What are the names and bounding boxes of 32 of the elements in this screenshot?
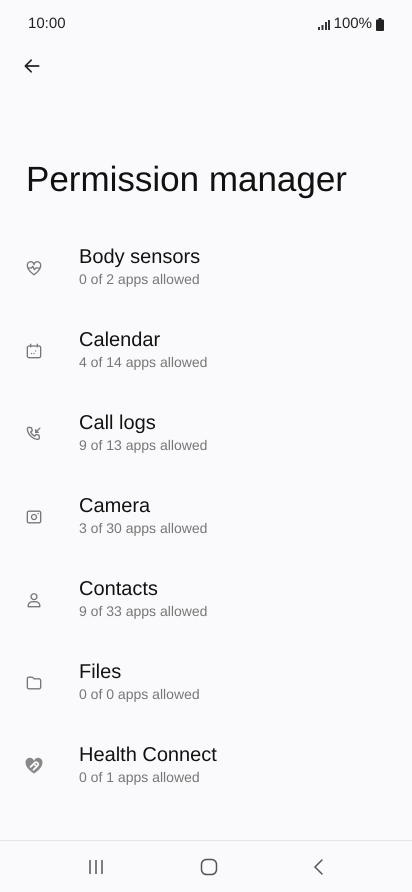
- permission-summary: 3 of 30 apps allowed: [79, 519, 208, 537]
- heart-icon: [24, 756, 44, 776]
- permission-item[interactable]: Contacts 9 of 33 apps allowed: [0, 566, 412, 649]
- permission-item[interactable]: Health Connect 0 of 1 apps allowed: [0, 732, 412, 815]
- permission-name: Calendar: [79, 328, 162, 353]
- recent-apps-icon[interactable]: [87, 858, 106, 876]
- home-icon[interactable]: [200, 858, 218, 876]
- permission-item[interactable]: Call logs 9 of 13 apps allowed: [0, 400, 412, 483]
- battery-percent: 100%: [334, 14, 372, 34]
- permission-item[interactable]: Calendar 4 of 14 apps allowed: [0, 317, 412, 400]
- permission-name: Body sensors: [79, 245, 200, 270]
- permission-summary: 9 of 13 apps allowed: [79, 436, 208, 454]
- status-time: 10:00: [28, 14, 66, 34]
- permission-name: Files: [79, 660, 122, 685]
- permission-summary: 9 of 33 apps allowed: [79, 602, 208, 620]
- permission-name: Contacts: [79, 577, 159, 602]
- permission-summary: 4 of 14 apps allowed: [79, 353, 208, 371]
- permission-name: Call logs: [79, 411, 157, 436]
- battery-icon: [376, 18, 384, 31]
- permission-name: Camera: [79, 494, 152, 519]
- permission-summary: 0 of 1 apps allowed: [79, 768, 201, 786]
- permission-item[interactable]: Files 0 of 0 apps allowed: [0, 649, 412, 732]
- permission-name: Health Connect: [79, 743, 217, 768]
- permission-summary: 0 of 2 apps allowed: [79, 270, 200, 288]
- back-icon[interactable]: [312, 858, 325, 876]
- calendar-icon: [24, 341, 44, 361]
- signal-icon: [318, 20, 330, 30]
- permission-item[interactable]: Body sensors 0 of 2 apps allowed: [0, 234, 412, 317]
- permission-item[interactable]: Camera 3 of 30 apps allowed: [0, 483, 412, 566]
- page-title: Permission manager: [26, 159, 348, 201]
- permission-summary: 0 of 0 apps allowed: [79, 685, 200, 703]
- heart-pulse-icon: [24, 258, 44, 278]
